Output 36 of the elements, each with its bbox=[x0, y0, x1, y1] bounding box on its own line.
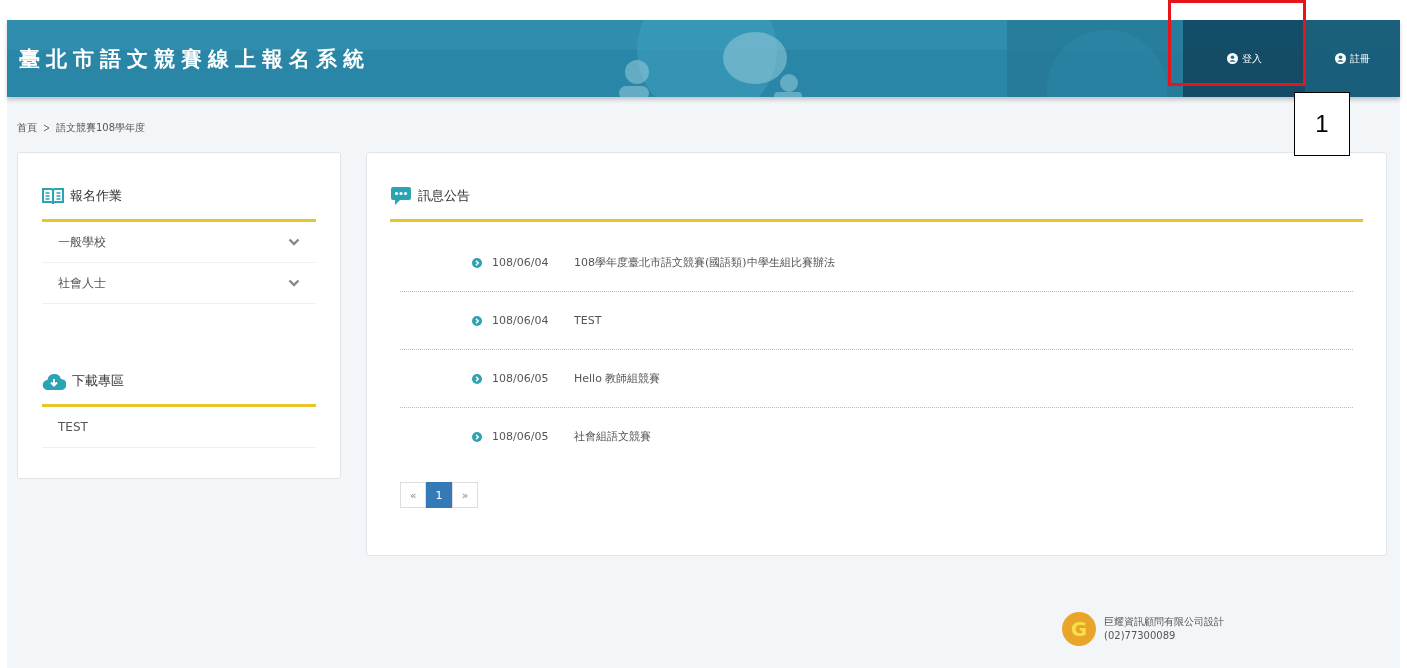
callout-number: 1 bbox=[1294, 92, 1350, 156]
news-link[interactable]: 108學年度臺北市語文競賽(國語類)中學生組比賽辦法 bbox=[574, 255, 835, 270]
news-link[interactable]: Hello 教師組競賽 bbox=[574, 371, 661, 386]
user-icon bbox=[1226, 53, 1238, 64]
chevron-circle-icon bbox=[472, 257, 482, 268]
news-date: 108/06/05 bbox=[492, 372, 550, 385]
chevron-circle-icon bbox=[472, 373, 482, 384]
phone-number: (02)77300089 bbox=[1104, 629, 1177, 643]
nav-link[interactable]: 登入 bbox=[1183, 20, 1305, 97]
page-button[interactable]: 1 bbox=[426, 482, 452, 508]
news-date: 108/06/04 bbox=[492, 256, 550, 269]
separator-icon bbox=[43, 124, 50, 132]
site-title: 臺北市語文競賽線上報名系統 bbox=[18, 45, 370, 73]
chevron-circle-icon bbox=[472, 431, 482, 442]
chevron-circle-icon bbox=[472, 315, 482, 326]
section-heading: 報名作業 bbox=[70, 187, 122, 205]
news-date: 108/06/04 bbox=[492, 314, 550, 327]
company-name: 巨耀資訊顧問有限公司設計 bbox=[1104, 615, 1224, 629]
user-icon bbox=[1335, 53, 1346, 64]
sidebar-item[interactable]: 社會人士 bbox=[42, 263, 316, 304]
speech-bubble-icon bbox=[390, 186, 412, 206]
cloud-download-icon bbox=[42, 372, 66, 390]
page-button[interactable]: » bbox=[452, 482, 478, 508]
breadcrumb-link[interactable]: 語文競賽108學年度 bbox=[56, 121, 146, 135]
news-date: 108/06/05 bbox=[492, 430, 550, 443]
sidebar-item[interactable]: 一般學校 bbox=[42, 222, 316, 263]
news-link[interactable]: 社會組語文競賽 bbox=[574, 429, 651, 444]
news-link[interactable]: TEST bbox=[574, 314, 602, 327]
page-button[interactable]: « bbox=[400, 482, 426, 508]
nav-link[interactable]: 註冊 bbox=[1305, 20, 1400, 97]
book-icon bbox=[42, 187, 64, 205]
section-heading: 下載專區 bbox=[72, 372, 124, 390]
breadcrumb-link[interactable]: 首頁 bbox=[17, 121, 37, 135]
sidebar-item[interactable]: TEST bbox=[42, 407, 316, 448]
company-logo: G bbox=[1062, 612, 1096, 646]
section-heading: 訊息公告 bbox=[418, 187, 470, 205]
